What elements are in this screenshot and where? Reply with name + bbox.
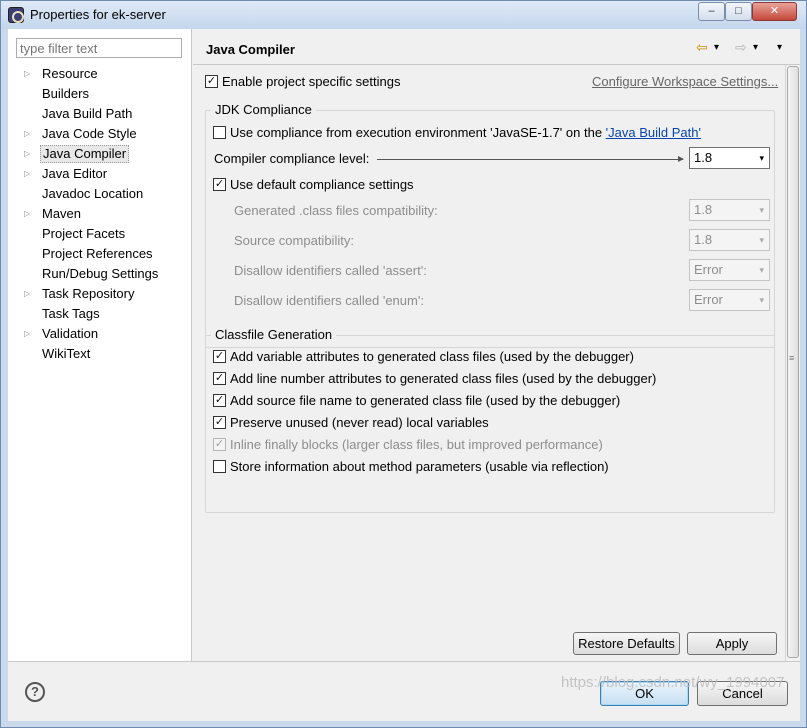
dialog-footer: ? OK Cancel	[8, 661, 800, 721]
generated-compat-label: Generated .class files compatibility:	[234, 203, 438, 218]
expand-arrow-icon[interactable]: ▷	[24, 325, 30, 343]
sidebar-item-label: Resource	[42, 66, 98, 81]
sidebar-item-label: Java Editor	[42, 166, 108, 181]
expand-arrow-icon[interactable]: ▷	[24, 145, 30, 163]
classfile-option-label: Add source file name to generated class …	[230, 393, 621, 408]
forward-arrow-icon[interactable]: ⇨	[735, 39, 747, 56]
view-menu-icon[interactable]: ▾	[777, 42, 782, 53]
expand-arrow-icon[interactable]: ▷	[24, 205, 30, 223]
watermark: https://blog.csdn.net/wy_1994007	[561, 674, 785, 691]
generated-compat-combo[interactable]: 1.8 ▾	[689, 199, 770, 221]
classfile-option-label: Add line number attributes to generated …	[230, 371, 657, 386]
expand-arrow-icon[interactable]: ▷	[24, 125, 30, 143]
properties-dialog: Properties for ek-server – □ ✕ ▷ Resource…	[0, 0, 807, 728]
combo-arrow-icon: ▾	[759, 265, 764, 275]
filter-input[interactable]	[16, 38, 182, 58]
maximize-button[interactable]: □	[725, 2, 752, 21]
back-menu-chevron-icon[interactable]: ▾	[714, 42, 719, 53]
classfile-option-label: Inline finally blocks (larger class file…	[230, 437, 603, 452]
use-env-checkbox[interactable]	[213, 126, 226, 139]
combo-arrow-icon: ▾	[759, 295, 764, 305]
restore-defaults-button[interactable]: Restore Defaults	[573, 632, 680, 655]
settings-content: ✓ Enable project specific settings Confi…	[193, 65, 785, 661]
use-env-label: Use compliance from execution environmen…	[230, 125, 701, 140]
page-title: Java Compiler	[206, 42, 295, 57]
sidebar-item-label: Java Compiler	[40, 145, 130, 163]
minimize-button[interactable]: –	[698, 2, 725, 21]
title-bar[interactable]: Properties for ek-server – □ ✕	[1, 1, 806, 29]
enable-specific-checkbox[interactable]: ✓	[205, 75, 218, 88]
classfile-option-label: Add variable attributes to generated cla…	[230, 349, 634, 364]
enable-specific-label: Enable project specific settings	[222, 74, 401, 89]
combo-arrow-icon: ▾	[759, 205, 764, 215]
sidebar: ▷ Resource Builders Java Build Path ▷ Java Co…	[8, 29, 192, 661]
classfile-option-checkbox[interactable]: ✓	[213, 350, 226, 363]
scrollbar-grip-icon: ≡	[789, 353, 795, 363]
compliance-level-combo[interactable]: 1.8 ▾	[689, 147, 770, 169]
sidebar-item-label: Task Repository	[42, 286, 135, 301]
compliance-level-label: Compiler compliance level:	[214, 151, 370, 166]
disallow-enum-combo[interactable]: Error ▾	[689, 289, 770, 311]
classfile-option-checkbox[interactable]: ✓	[213, 372, 226, 385]
sidebar-item-label: Javadoc Location	[42, 186, 144, 201]
apply-button[interactable]: Apply	[687, 632, 777, 655]
configure-workspace-link[interactable]: Configure Workspace Settings...	[592, 74, 778, 89]
classfile-option-label: Preserve unused (never read) local varia…	[230, 415, 489, 430]
combo-arrow-icon: ▾	[759, 153, 764, 163]
back-arrow-icon[interactable]: ⇦	[696, 39, 708, 56]
sidebar-item-label: Java Code Style	[42, 126, 137, 141]
compliance-leader-line	[377, 156, 684, 162]
sidebar-item-label: Validation	[42, 326, 99, 341]
help-icon[interactable]: ?	[25, 682, 45, 702]
sidebar-item-label: Task Tags	[42, 306, 100, 321]
window-title: Properties for ek-server	[30, 7, 166, 22]
main-pane: Java Compiler ⇦ ▾ ⇨ ▾ ▾ ✓ Enable project…	[193, 29, 800, 661]
dialog-client: ▷ Resource Builders Java Build Path ▷ Java Co…	[8, 29, 800, 721]
sidebar-item-label: Builders	[42, 86, 89, 101]
sidebar-item-label: WikiText	[42, 346, 91, 361]
vertical-scrollbar[interactable]: ≡	[785, 65, 800, 661]
expand-arrow-icon[interactable]: ▷	[24, 285, 30, 303]
classfile-option-checkbox[interactable]: ✓	[213, 394, 226, 407]
use-default-compliance-checkbox[interactable]: ✓	[213, 178, 226, 191]
jdk-compliance-title: JDK Compliance	[211, 102, 316, 117]
sidebar-item-label: Maven	[42, 206, 82, 221]
classfile-option-checkbox[interactable]: ✓	[213, 416, 226, 429]
source-compat-label: Source compatibility:	[234, 233, 354, 248]
close-button[interactable]: ✕	[752, 2, 797, 21]
classfile-option-checkbox[interactable]	[213, 460, 226, 473]
sidebar-item-label: Project References	[42, 246, 153, 261]
source-compat-combo[interactable]: 1.8 ▾	[689, 229, 770, 251]
expand-arrow-icon[interactable]: ▷	[24, 165, 30, 183]
forward-menu-chevron-icon[interactable]: ▾	[753, 42, 758, 53]
classfile-option-label: Store information about method parameter…	[230, 459, 609, 474]
disallow-enum-label: Disallow identifiers called 'enum':	[234, 293, 424, 308]
expand-arrow-icon[interactable]: ▷	[24, 65, 30, 83]
disallow-assert-label: Disallow identifiers called 'assert':	[234, 263, 427, 278]
combo-arrow-icon: ▾	[759, 235, 764, 245]
eclipse-icon	[8, 7, 24, 23]
sidebar-item-label: Run/Debug Settings	[42, 266, 159, 281]
sidebar-item-label: Project Facets	[42, 226, 126, 241]
java-build-path-link[interactable]: 'Java Build Path'	[606, 125, 701, 140]
classfile-generation-title: Classfile Generation	[211, 327, 337, 342]
classfile-option-checkbox: ✓	[213, 438, 226, 451]
use-default-compliance-label: Use default compliance settings	[230, 177, 414, 192]
sidebar-item-label: Java Build Path	[42, 106, 133, 121]
disallow-assert-combo[interactable]: Error ▾	[689, 259, 770, 281]
